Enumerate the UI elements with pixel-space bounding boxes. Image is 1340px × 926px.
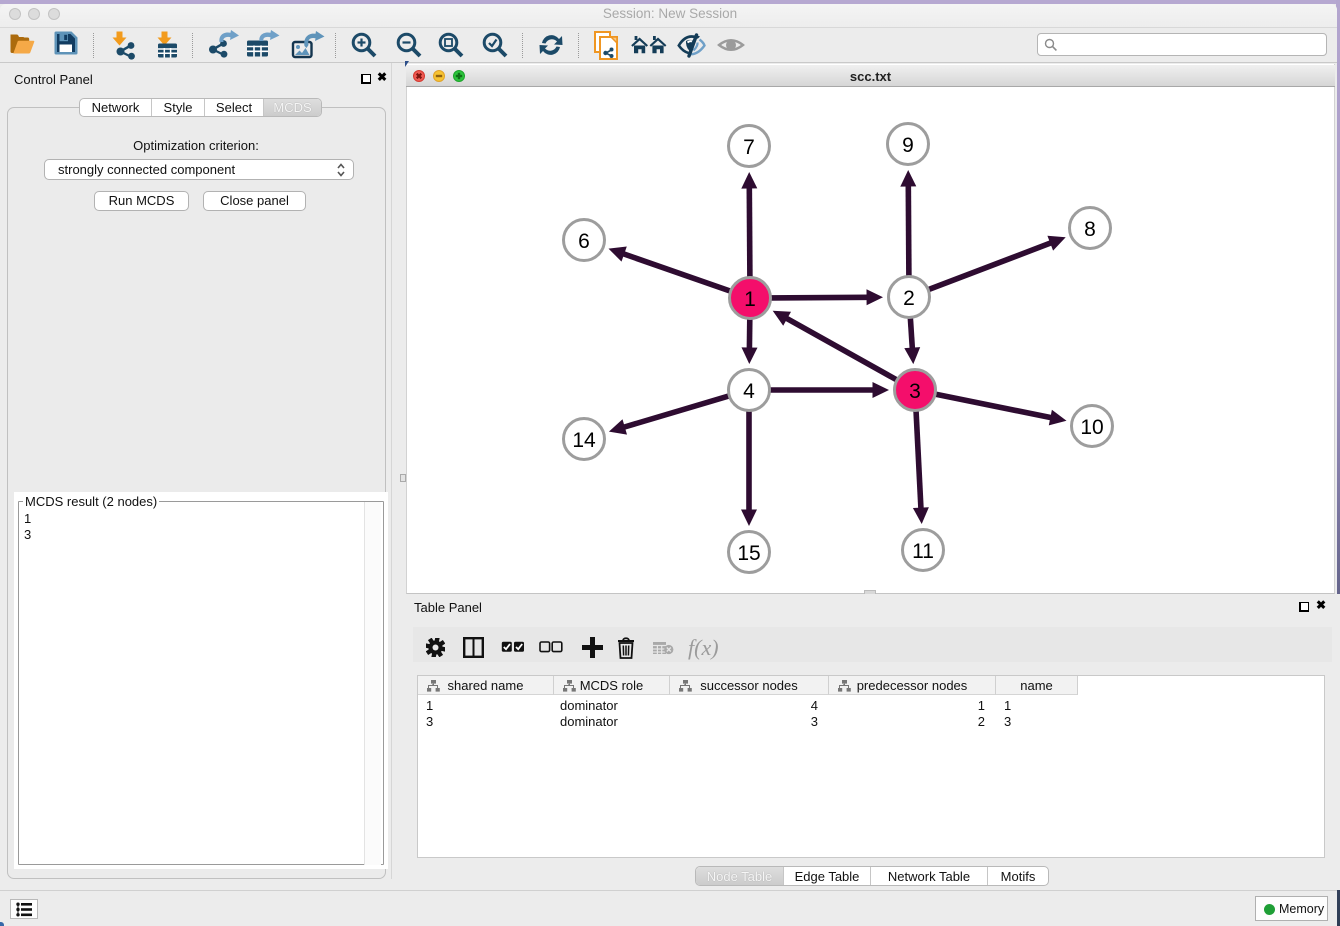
svg-text:8: 8 bbox=[1084, 218, 1096, 241]
svg-text:14: 14 bbox=[572, 429, 596, 452]
svg-text:11: 11 bbox=[912, 540, 934, 563]
svg-text:7: 7 bbox=[743, 136, 755, 159]
svg-text:1: 1 bbox=[744, 288, 756, 311]
svg-text:10: 10 bbox=[1080, 416, 1103, 439]
svg-text:3: 3 bbox=[909, 380, 921, 403]
svg-text:2: 2 bbox=[903, 287, 915, 310]
svg-text:9: 9 bbox=[902, 134, 914, 157]
svg-text:15: 15 bbox=[737, 542, 760, 565]
svg-text:4: 4 bbox=[743, 380, 755, 403]
svg-text:6: 6 bbox=[578, 230, 590, 253]
